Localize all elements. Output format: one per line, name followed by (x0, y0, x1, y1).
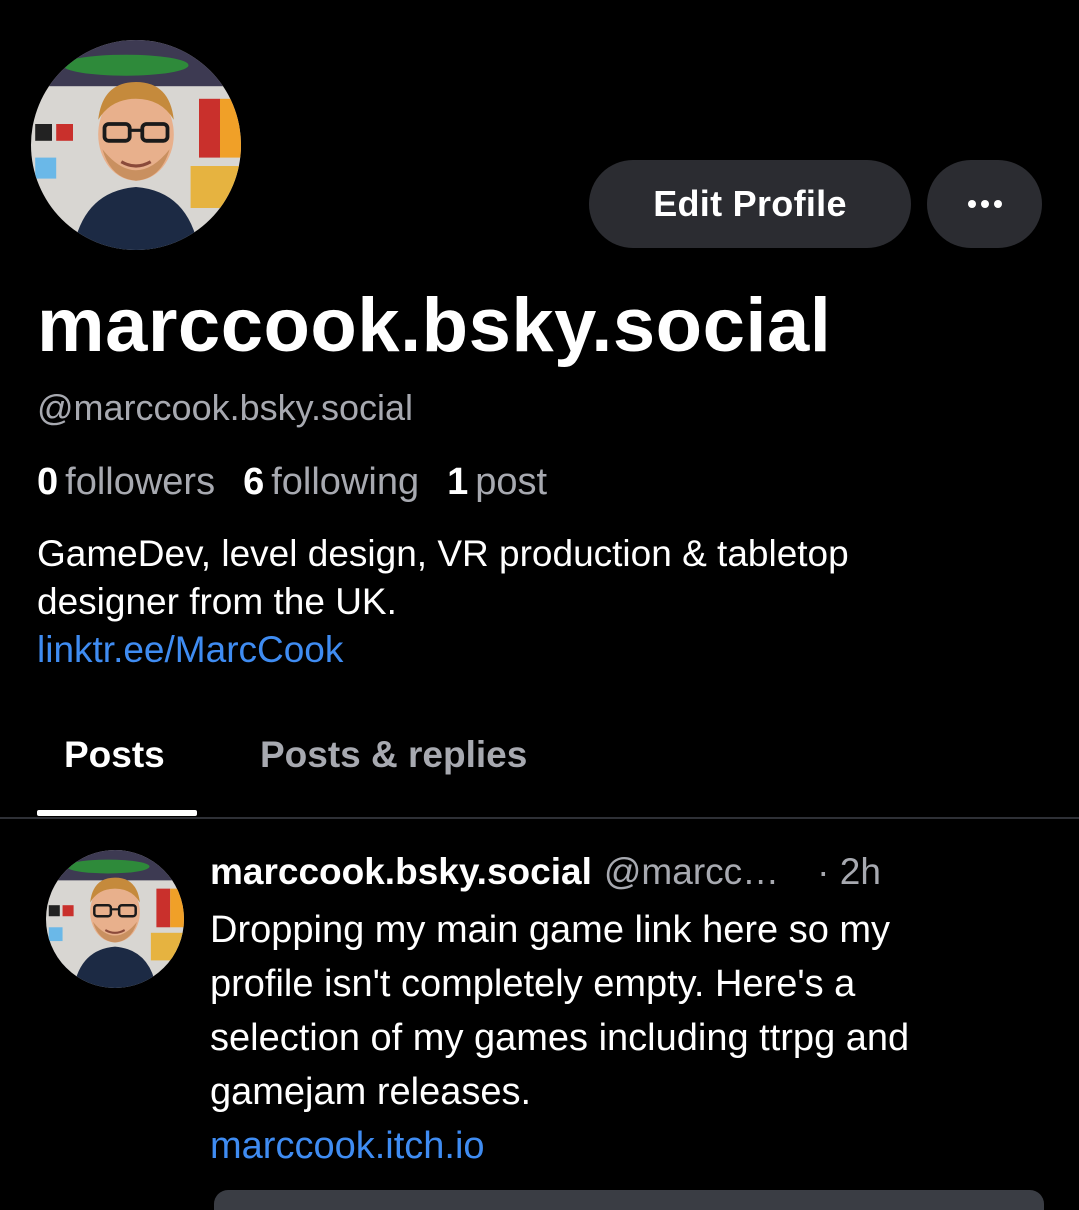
followers-stat[interactable]: 0 followers (37, 461, 215, 504)
profile-bio: GameDev, level design, VR production & t… (37, 530, 1037, 674)
edit-profile-button[interactable]: Edit Profile (589, 160, 911, 248)
post-text-line: profile isn't completely empty. Here's a (210, 963, 856, 1005)
followers-label: followers (65, 461, 216, 503)
post-author-name[interactable]: marccook.bsky.social (210, 851, 592, 893)
posts-count: 1 (447, 461, 469, 503)
avatar-image (46, 850, 184, 988)
following-label: following (271, 461, 420, 503)
following-count: 6 (243, 461, 265, 503)
post-link-embed-card[interactable] (214, 1190, 1044, 1210)
post-author-avatar[interactable] (46, 850, 184, 988)
posts-label: post (475, 461, 548, 503)
bio-text-line: GameDev, level design, VR production & t… (37, 533, 849, 574)
followers-count: 0 (37, 461, 59, 503)
post-body[interactable]: Dropping my main game link here so my pr… (210, 903, 1070, 1173)
post-text-line: Dropping my main game link here so my (210, 909, 891, 951)
active-tab-indicator (37, 810, 197, 816)
post-timestamp[interactable]: · 2h (817, 851, 881, 893)
following-stat[interactable]: 6 following (243, 461, 419, 504)
profile-avatar[interactable] (31, 40, 241, 250)
bio-link[interactable]: linktr.ee/MarcCook (37, 626, 1037, 674)
profile-tabs: Posts Posts & replies (0, 700, 1079, 818)
tab-posts-and-replies[interactable]: Posts & replies (260, 734, 527, 776)
post-text-line: gamejam releases. (210, 1071, 532, 1113)
profile-display-name: marccook.bsky.social (37, 283, 832, 368)
posts-stat: 1 post (447, 461, 547, 504)
post-text-line: selection of my games including ttrpg an… (210, 1017, 910, 1059)
profile-handle: @marccook.bsky.social (37, 387, 413, 428)
ellipsis-icon (967, 200, 1002, 208)
post-header: marccook.bsky.social @marcc… · 2h (210, 851, 881, 893)
tabs-divider (0, 817, 1079, 819)
tab-posts[interactable]: Posts (64, 734, 165, 776)
avatar-image (31, 40, 241, 250)
post-link[interactable]: marccook.itch.io (210, 1119, 1070, 1173)
bio-text-line: designer from the UK. (37, 581, 397, 622)
profile-stats: 0 followers 6 following 1 post (37, 461, 547, 504)
post-author-handle[interactable]: @marcc… (604, 851, 779, 893)
more-options-button[interactable] (927, 160, 1042, 248)
